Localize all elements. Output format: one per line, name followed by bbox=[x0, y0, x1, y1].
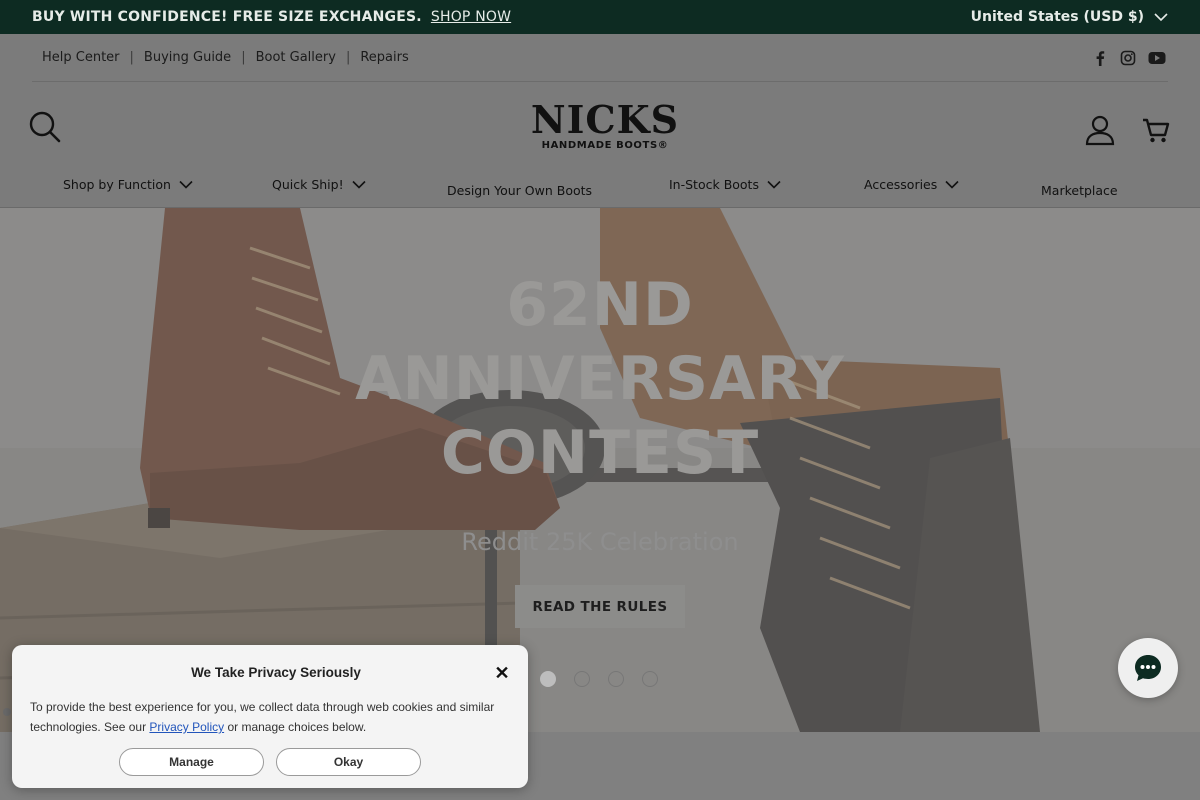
chevron-down-icon bbox=[179, 180, 193, 189]
nav-accessories[interactable]: Accessories bbox=[864, 177, 959, 192]
nav-design-your-own-boots[interactable]: Design Your Own Boots bbox=[447, 183, 592, 198]
chat-bubble-icon bbox=[1135, 655, 1161, 681]
boot-gallery-link[interactable]: Boot Gallery bbox=[246, 50, 346, 65]
hero-title-line: CONTEST bbox=[440, 418, 760, 488]
slideshow-pagination bbox=[540, 671, 658, 687]
close-icon: ✕ bbox=[494, 662, 510, 683]
privacy-consent-dialog: We Take Privacy Seriously ✕ To provide t… bbox=[12, 645, 528, 788]
facebook-icon[interactable] bbox=[1092, 50, 1108, 66]
slide-dot[interactable] bbox=[574, 671, 590, 687]
youtube-icon[interactable] bbox=[1148, 51, 1166, 65]
privacy-title: We Take Privacy Seriously bbox=[191, 665, 361, 680]
hero-content: 62ND ANNIVERSARY CONTEST Reddit 25K Cele… bbox=[0, 268, 1200, 556]
slide-dot[interactable] bbox=[642, 671, 658, 687]
region-label: United States (USD $) bbox=[970, 9, 1144, 25]
nav-quick-ship[interactable]: Quick Ship! bbox=[272, 177, 366, 192]
manage-button[interactable]: Manage bbox=[119, 748, 264, 776]
chevron-down-icon bbox=[945, 180, 959, 189]
main-navigation: Shop by Function Quick Ship! Design Your… bbox=[0, 174, 1200, 208]
nav-marketplace[interactable]: Marketplace bbox=[1041, 183, 1118, 198]
repairs-link[interactable]: Repairs bbox=[350, 50, 418, 65]
social-links bbox=[1092, 50, 1166, 66]
privacy-body-text-end: or manage choices below. bbox=[224, 720, 367, 734]
indicator-dot bbox=[3, 708, 11, 716]
site-header: Help Center | Buying Guide | Boot Galler… bbox=[0, 34, 1200, 208]
okay-button[interactable]: Okay bbox=[276, 748, 421, 776]
cart-icon bbox=[1143, 118, 1170, 143]
chevron-down-icon bbox=[1154, 13, 1168, 22]
nav-label: In-Stock Boots bbox=[669, 177, 759, 192]
search-icon bbox=[29, 111, 61, 143]
nav-label: Shop by Function bbox=[63, 177, 171, 192]
chat-launcher-button[interactable] bbox=[1118, 638, 1178, 698]
search-button[interactable] bbox=[28, 110, 62, 144]
utility-links: Help Center | Buying Guide | Boot Galler… bbox=[32, 50, 419, 65]
read-the-rules-button[interactable]: READ THE RULES bbox=[515, 585, 685, 628]
buying-guide-link[interactable]: Buying Guide bbox=[134, 50, 241, 65]
nav-in-stock-boots[interactable]: In-Stock Boots bbox=[669, 177, 781, 192]
utility-bar: Help Center | Buying Guide | Boot Galler… bbox=[32, 34, 1168, 82]
instagram-icon[interactable] bbox=[1120, 50, 1136, 66]
announcement-text: BUY WITH CONFIDENCE! FREE SIZE EXCHANGES… bbox=[32, 9, 422, 25]
region-selector[interactable]: United States (USD $) bbox=[971, 9, 1168, 25]
slide-dot[interactable] bbox=[608, 671, 624, 687]
privacy-body: To provide the best experience for you, … bbox=[30, 697, 520, 737]
privacy-policy-link[interactable]: Privacy Policy bbox=[149, 720, 224, 734]
hero-subtitle: Reddit 25K Celebration bbox=[461, 528, 739, 556]
shop-now-link[interactable]: SHOP NOW bbox=[431, 9, 511, 25]
nav-shop-by-function[interactable]: Shop by Function bbox=[63, 177, 193, 192]
user-icon bbox=[1085, 115, 1115, 146]
hero-title-line: 62ND bbox=[506, 270, 694, 340]
chevron-down-icon bbox=[352, 180, 366, 189]
help-center-link[interactable]: Help Center bbox=[32, 50, 130, 65]
logo-wordmark: NICKS bbox=[530, 97, 680, 142]
account-button[interactable] bbox=[1084, 114, 1116, 146]
close-button[interactable]: ✕ bbox=[491, 662, 513, 684]
cart-button[interactable] bbox=[1140, 114, 1172, 146]
nav-label: Marketplace bbox=[1041, 183, 1118, 198]
nav-label: Design Your Own Boots bbox=[447, 183, 593, 198]
slide-dot[interactable] bbox=[540, 671, 556, 687]
site-logo[interactable]: NICKS HANDMADE BOOTS® bbox=[500, 100, 710, 160]
chevron-down-icon bbox=[767, 180, 781, 189]
announcement-message: BUY WITH CONFIDENCE! FREE SIZE EXCHANGES… bbox=[32, 9, 511, 25]
nav-label: Quick Ship! bbox=[272, 177, 344, 192]
announcement-bar: BUY WITH CONFIDENCE! FREE SIZE EXCHANGES… bbox=[0, 0, 1200, 34]
nav-label: Accessories bbox=[864, 177, 938, 192]
hero-title-line: ANNIVERSARY bbox=[355, 344, 845, 414]
brand-row: NICKS HANDMADE BOOTS® bbox=[0, 82, 1200, 174]
